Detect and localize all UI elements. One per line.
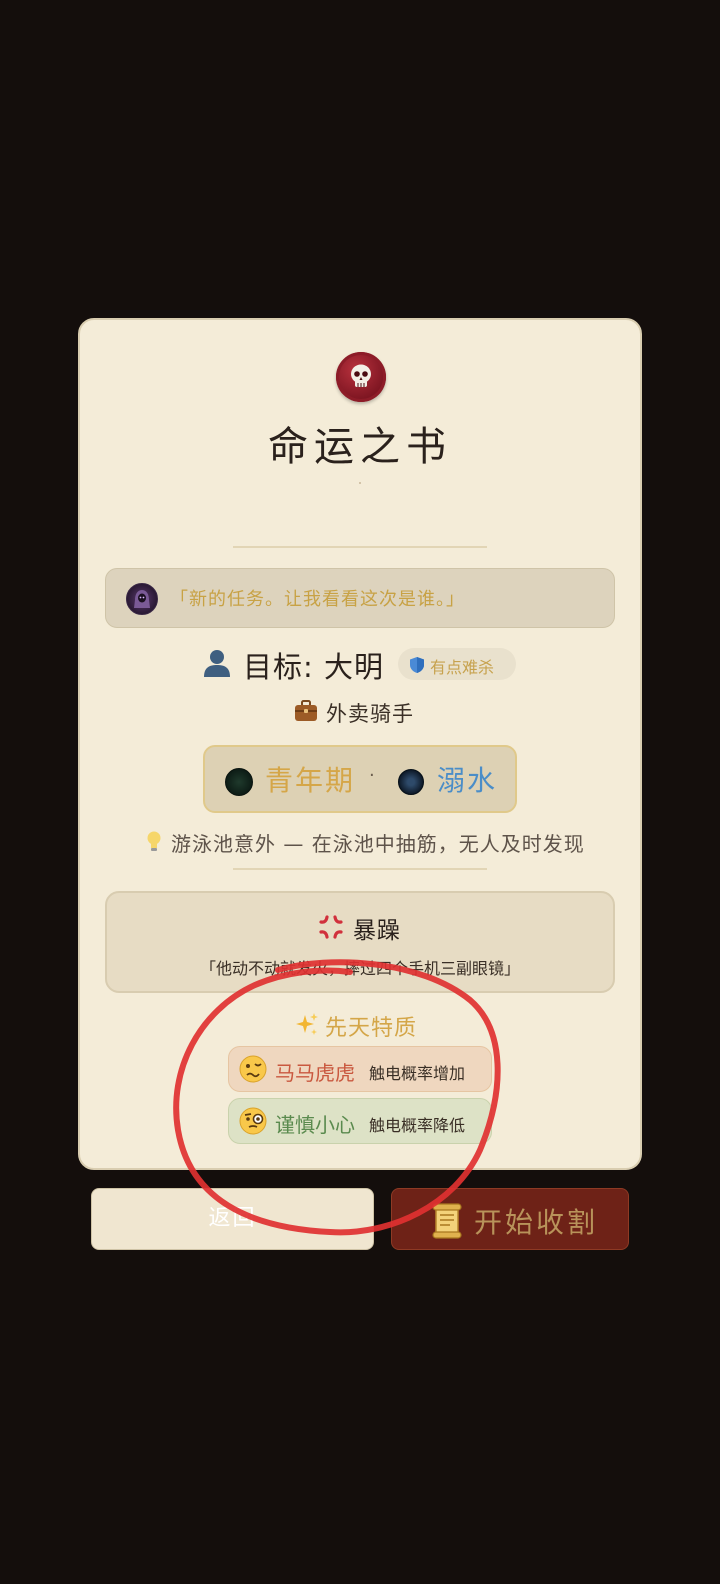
occupation-label: 外卖骑手	[326, 702, 414, 726]
monocle-face-icon	[239, 1107, 267, 1139]
reaper-avatar-icon	[126, 583, 158, 615]
divider-middle	[233, 868, 487, 870]
anger-icon	[317, 913, 345, 945]
target-row: 目标: 大明 有点难杀	[0, 644, 720, 684]
bulb-icon	[146, 831, 162, 857]
innate-traits-title: 先天特质	[325, 1016, 418, 1041]
separator-dot: ·	[369, 765, 375, 786]
start-harvest-button[interactable]: 开始收割	[391, 1188, 629, 1250]
start-harvest-label: 开始收割	[474, 1206, 599, 1239]
title-ornament	[359, 482, 361, 484]
divider-top	[233, 546, 487, 548]
page-title: 命运之书	[268, 424, 452, 470]
shield-icon	[410, 657, 424, 673]
person-icon	[202, 648, 232, 682]
life-stage-label: 青年期	[265, 764, 356, 797]
death-cause-label: 游泳池意外 — 在泳池中抽筋，无人及时发现	[171, 832, 585, 856]
personality-name: 暴躁	[353, 918, 401, 944]
reaper-quote-box: 「新的任务。让我看看这次是谁。」	[105, 568, 615, 628]
fate-summary-box: 青年期 · 溺水	[203, 745, 517, 813]
death-type-icon	[398, 769, 424, 795]
woozy-face-icon	[239, 1055, 267, 1087]
sparkles-icon	[294, 1012, 320, 1042]
back-button[interactable]: 返回	[91, 1188, 374, 1250]
death-cause-row: 游泳池意外 — 在泳池中抽筋，无人及时发现	[0, 828, 720, 858]
trait-effect: 触电概率降低	[369, 1116, 466, 1135]
difficulty-label: 有点难杀	[430, 658, 495, 677]
target-label: 目标: 大明	[243, 650, 384, 684]
trait-name: 谨慎小心	[275, 1113, 355, 1137]
personality-description: 「他动不动就发火，摔过四个手机三副眼镜」	[199, 959, 520, 978]
scroll-icon	[430, 1203, 464, 1243]
skull-seal-icon	[336, 352, 386, 402]
life-stage-icon	[225, 768, 253, 796]
trait-name: 马马虎虎	[275, 1061, 355, 1085]
trait-pill-cautious[interactable]: 谨慎小心 触电概率降低	[228, 1098, 492, 1144]
innate-traits-header: 先天特质	[0, 1010, 720, 1042]
difficulty-badge: 有点难杀	[398, 648, 516, 680]
trait-pill-careless[interactable]: 马马虎虎 触电概率增加	[228, 1046, 492, 1092]
reaper-quote: 「新的任务。让我看看这次是谁。」	[170, 589, 465, 610]
personality-box: 暴躁 「他动不动就发火，摔过四个手机三副眼镜」	[105, 891, 615, 993]
trait-effect: 触电概率增加	[369, 1064, 466, 1083]
occupation-row: 外卖骑手	[0, 698, 720, 728]
death-type-label: 溺水	[437, 764, 498, 797]
briefcase-icon	[294, 700, 318, 726]
